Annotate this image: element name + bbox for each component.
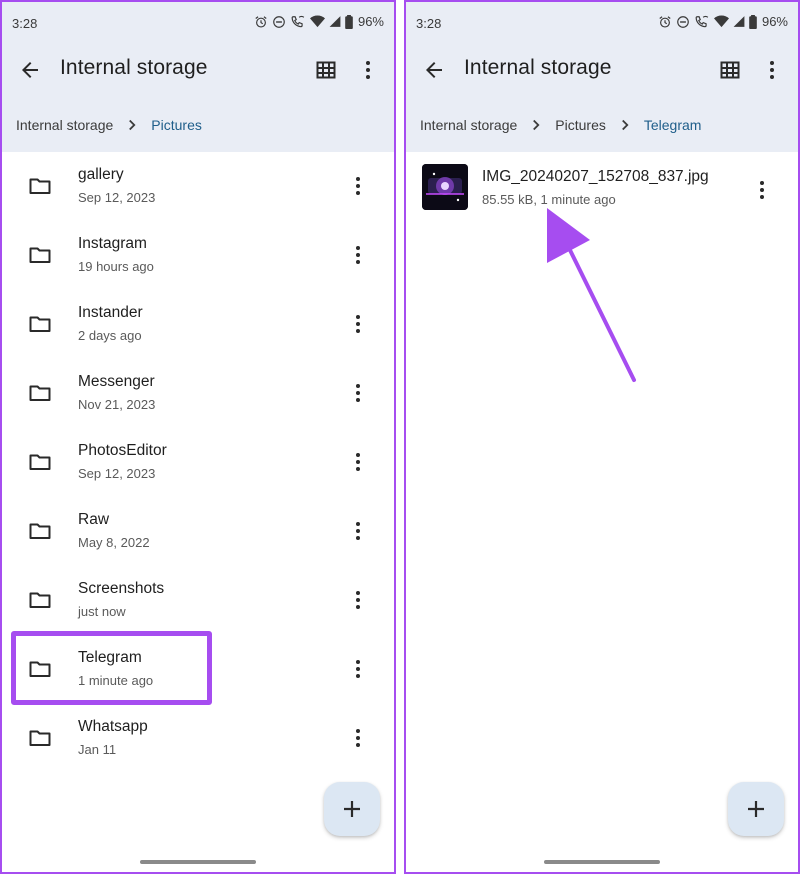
alarm-icon: [659, 15, 671, 28]
list-item[interactable]: Instagram 19 hours ago: [2, 221, 394, 290]
folder-date: Sep 12, 2023: [78, 466, 156, 481]
page-title: Internal storage: [464, 56, 612, 79]
file-meta: 85.55 kB, 1 minute ago: [482, 192, 616, 207]
plus-icon: [748, 801, 764, 817]
folder-date: 1 minute ago: [78, 673, 154, 688]
folder-date: 2 days ago: [78, 328, 142, 343]
list-item[interactable]: Whatsapp Jan 11: [2, 704, 394, 773]
more-vert-icon[interactable]: [760, 58, 784, 82]
folder-icon: [29, 523, 51, 539]
status-time: 3:28: [416, 16, 442, 31]
file-name: IMG_20240207_152708_837.jpg: [482, 168, 709, 185]
battery-icon: [345, 14, 353, 29]
folder-icon: [29, 454, 51, 470]
image-thumbnail: [422, 164, 468, 210]
folder-icon: [29, 730, 51, 746]
folder-date: May 8, 2022: [78, 535, 150, 550]
folder-name: Raw: [78, 511, 110, 528]
status-icons: 96%: [658, 14, 788, 29]
folder-name: Instagram: [78, 235, 147, 252]
gesture-nav-handle[interactable]: [140, 860, 256, 864]
grid-view-icon[interactable]: [316, 60, 336, 80]
folder-icon: [29, 316, 51, 332]
more-vert-icon[interactable]: [346, 588, 370, 612]
folder-icon: [29, 592, 51, 608]
breadcrumb: Internal storage Pictures: [16, 116, 202, 134]
more-vert-icon[interactable]: [346, 657, 370, 681]
status-icons: 96%: [254, 14, 384, 29]
breadcrumb-internal-storage[interactable]: Internal storage: [420, 117, 517, 133]
more-vert-icon[interactable]: [356, 58, 380, 82]
app-bar: Internal storage: [406, 50, 798, 90]
chevron-right-icon: [533, 119, 540, 131]
do-not-disturb-icon: [273, 15, 285, 28]
folder-icon: [29, 178, 51, 194]
list-item[interactable]: Screenshots just now: [2, 566, 394, 635]
more-vert-icon[interactable]: [346, 450, 370, 474]
breadcrumb: Internal storage Pictures Telegram: [420, 116, 701, 134]
folder-name: PhotosEditor: [78, 442, 167, 459]
alarm-icon: [255, 15, 267, 28]
arrow-back-icon[interactable]: [18, 58, 42, 82]
add-button[interactable]: [324, 782, 380, 836]
signal-icon: [329, 16, 341, 27]
battery-level: 96%: [761, 14, 788, 29]
more-vert-icon[interactable]: [750, 178, 774, 202]
breadcrumb-telegram[interactable]: Telegram: [644, 117, 702, 133]
folder-name: Instander: [78, 304, 143, 321]
more-vert-icon[interactable]: [346, 519, 370, 543]
more-vert-icon[interactable]: [346, 312, 370, 336]
more-vert-icon[interactable]: [346, 381, 370, 405]
folder-date: 19 hours ago: [78, 259, 154, 274]
file-list-item[interactable]: IMG_20240207_152708_837.jpg 85.55 kB, 1 …: [406, 156, 798, 222]
folder-icon: [29, 385, 51, 401]
do-not-disturb-icon: [677, 15, 689, 28]
folder-icon: [29, 661, 51, 677]
more-vert-icon[interactable]: [346, 243, 370, 267]
signal-icon: [733, 16, 745, 27]
status-bar: 3:28 96%: [406, 10, 798, 40]
wifi-calling-icon: [291, 15, 305, 27]
more-vert-icon[interactable]: [346, 726, 370, 750]
folder-name: gallery: [78, 166, 124, 183]
wifi-icon: [309, 15, 325, 28]
folder-icon: [29, 247, 51, 263]
wifi-icon: [713, 15, 729, 28]
plus-icon: [344, 801, 360, 817]
list-item[interactable]: Instander 2 days ago: [2, 290, 394, 359]
right-phone-screen: 3:28 96% Internal storage Internal stora…: [404, 0, 800, 874]
status-bar: 3:28 96%: [2, 10, 394, 40]
folder-date: Nov 21, 2023: [78, 397, 156, 412]
status-time: 3:28: [12, 16, 38, 31]
page-title: Internal storage: [60, 56, 208, 79]
grid-view-icon[interactable]: [720, 60, 740, 80]
list-item[interactable]: Messenger Nov 21, 2023: [2, 359, 394, 428]
gesture-nav-handle[interactable]: [544, 860, 660, 864]
battery-icon: [749, 14, 757, 29]
folder-date: Jan 11: [78, 742, 117, 757]
app-bar: Internal storage: [2, 50, 394, 90]
folder-date: just now: [78, 604, 126, 619]
left-phone-screen: 3:28 96% Internal storage Internal stora…: [0, 0, 396, 874]
folder-name: Screenshots: [78, 580, 165, 597]
wifi-calling-icon: [695, 15, 709, 27]
chevron-right-icon: [621, 119, 629, 131]
breadcrumb-internal-storage[interactable]: Internal storage: [16, 117, 113, 133]
breadcrumb-pictures[interactable]: Pictures: [555, 117, 606, 133]
more-vert-icon[interactable]: [346, 174, 370, 198]
list-item[interactable]: PhotosEditor Sep 12, 2023: [2, 428, 394, 497]
list-item[interactable]: gallery Sep 12, 2023: [2, 152, 394, 221]
list-item[interactable]: Raw May 8, 2022: [2, 497, 394, 566]
folder-name: Telegram: [78, 649, 142, 666]
list-item-telegram[interactable]: Telegram 1 minute ago: [2, 635, 394, 704]
add-button[interactable]: [728, 782, 784, 836]
folder-name: Messenger: [78, 373, 155, 390]
chevron-right-icon: [129, 119, 136, 131]
folder-date: Sep 12, 2023: [78, 190, 156, 205]
breadcrumb-pictures[interactable]: Pictures: [151, 117, 202, 133]
arrow-back-icon[interactable]: [422, 58, 446, 82]
battery-level: 96%: [357, 14, 384, 29]
folder-name: Whatsapp: [78, 718, 148, 735]
